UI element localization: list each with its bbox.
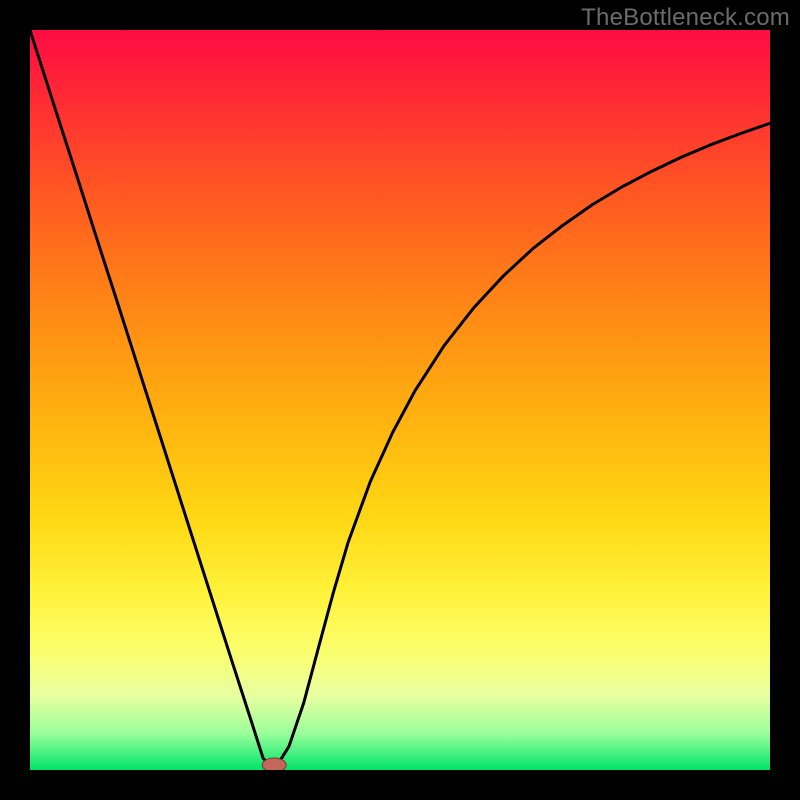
- bottleneck-curve: [30, 30, 770, 770]
- watermark-text: TheBottleneck.com: [581, 4, 790, 32]
- chart-frame: TheBottleneck.com: [0, 0, 800, 800]
- plot-area: [30, 30, 770, 770]
- plot-svg: [30, 30, 770, 770]
- min-marker: [262, 758, 286, 770]
